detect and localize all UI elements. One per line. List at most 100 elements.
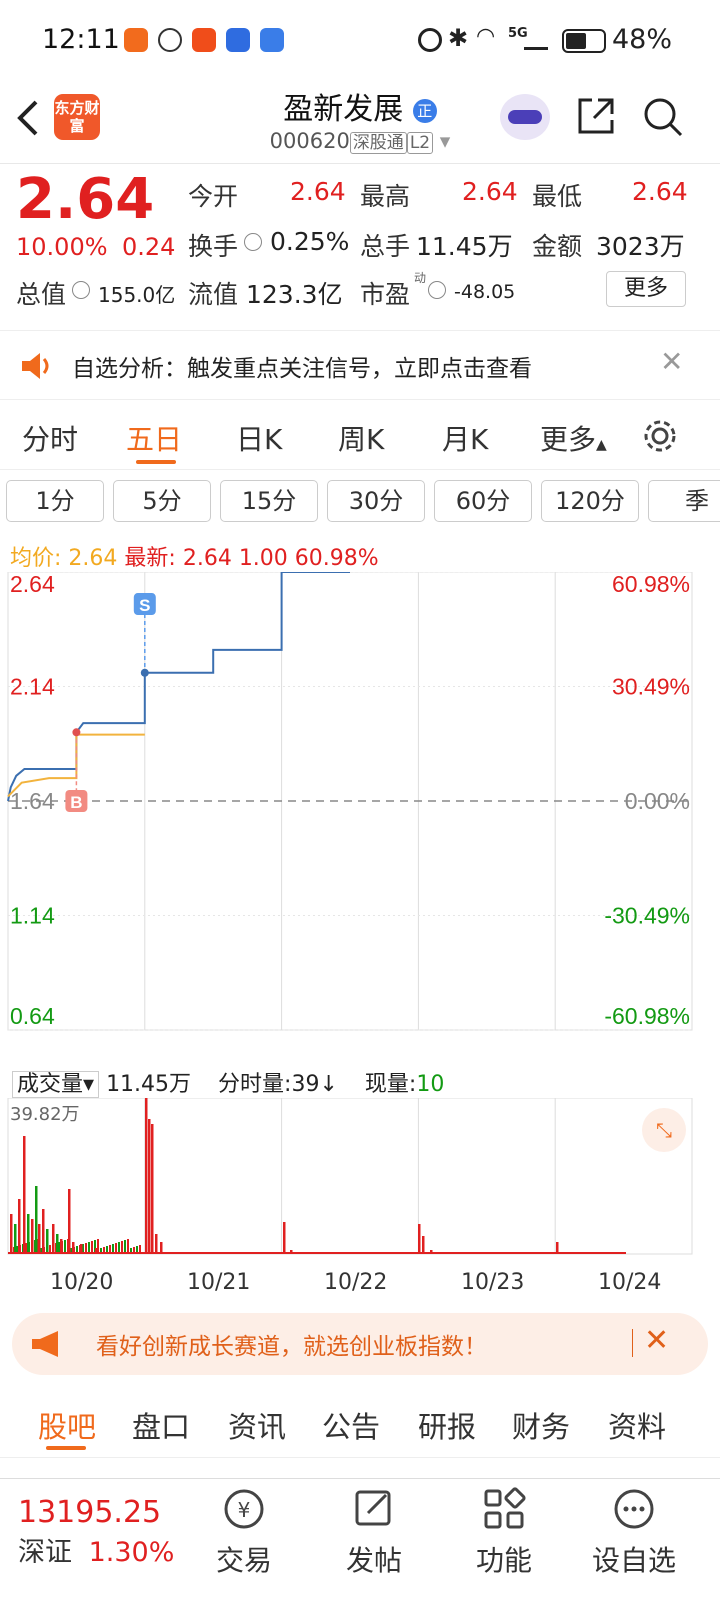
more-dots-icon xyxy=(614,1489,654,1529)
info-icon[interactable] xyxy=(244,233,262,251)
megaphone-icon xyxy=(32,1331,58,1357)
avg-price-line: 均价: 2.64 最新: 2.64 1.00 60.98% xyxy=(10,540,379,572)
alert-bar[interactable]: 自选分析：触发重点关注信号，立即点击查看 ✕ xyxy=(0,330,720,400)
y-pct-tick-label: 0.00% xyxy=(625,788,690,814)
latest-value: 2.64 xyxy=(182,546,232,571)
y-tick-label: 0.64 xyxy=(10,1003,55,1029)
avg-label: 均价: xyxy=(10,546,62,571)
tick-label: 分时量: xyxy=(218,1072,292,1097)
edit-icon xyxy=(355,1490,391,1526)
tab-five-day[interactable]: 五日 xyxy=(126,418,182,458)
bottom-toolbar: 13195.25 深证 1.30% ¥ 交易 发帖 功能 设自选 xyxy=(0,1478,720,1610)
close-icon[interactable]: ✕ xyxy=(660,345,683,378)
period-120min[interactable]: 120分 xyxy=(541,480,639,522)
connect-tag: 深股通 xyxy=(349,132,407,154)
period-30min[interactable]: 30分 xyxy=(327,480,425,522)
index-name: 深证 xyxy=(18,1537,72,1568)
robot-assistant-icon[interactable] xyxy=(500,94,550,140)
buy-marker-label: B xyxy=(70,793,82,812)
volume-selector[interactable]: 成交量▾ xyxy=(12,1071,100,1098)
taobao-icon xyxy=(124,28,148,52)
mktcap-label: 总值 xyxy=(16,280,67,309)
tab-daily-k[interactable]: 日K xyxy=(236,418,282,458)
battery-level: 48% xyxy=(612,24,673,55)
float-label: 流值 xyxy=(188,280,239,309)
info-icon[interactable] xyxy=(72,281,90,299)
tick-value: 39 xyxy=(291,1072,320,1097)
high-label: 最高 xyxy=(360,182,411,211)
info-tabs: 股吧 盘口 资讯 公告 研报 财务 资料 xyxy=(0,1388,720,1458)
volume-bar xyxy=(23,1136,26,1254)
mktcap-value: 155.0亿 xyxy=(98,283,176,307)
speaker-icon xyxy=(22,353,49,379)
info-icon[interactable] xyxy=(428,281,446,299)
share-icon[interactable] xyxy=(576,96,616,136)
expand-icon[interactable]: ⤡ xyxy=(642,1108,686,1152)
date-label: 10/24 xyxy=(598,1270,662,1295)
y-pct-tick-label: -30.49% xyxy=(604,903,690,929)
open-label: 今开 xyxy=(188,182,239,211)
volume-bar xyxy=(42,1209,45,1254)
period-1min[interactable]: 1分 xyxy=(6,480,104,522)
post-button[interactable]: 发帖 xyxy=(324,1487,424,1579)
index-ticker[interactable]: 13195.25 深证 1.30% xyxy=(18,1495,174,1569)
price-chart-svg: 2.64 60.98% 2.14 30.49% 1.64 0.00% 1.14 -30.49%… xyxy=(7,571,693,1031)
chart-tabs: 分时 五日 日K 周K 月K 更多▲ xyxy=(0,400,720,470)
tab-news[interactable]: 资讯 xyxy=(228,1404,286,1446)
tab-research[interactable]: 研报 xyxy=(418,1404,476,1446)
avg-value: 2.64 xyxy=(68,546,118,571)
battery-icon xyxy=(562,29,606,53)
period-season[interactable]: 季 xyxy=(648,480,720,522)
volume-bar xyxy=(127,1239,129,1254)
volume-bar xyxy=(145,1098,148,1254)
status-time: 12:11 xyxy=(42,24,120,55)
last-price: 2.64 xyxy=(16,167,155,232)
close-icon[interactable]: ✕ xyxy=(644,1323,669,1358)
news-icon xyxy=(192,28,216,52)
tab-forum[interactable]: 股吧 xyxy=(38,1404,96,1446)
grid-icon xyxy=(484,1487,526,1529)
volume-frame xyxy=(7,1097,693,1255)
volume-bar xyxy=(151,1124,154,1254)
active-tab-indicator xyxy=(46,1446,86,1450)
y-pct-tick-label: -60.98% xyxy=(604,1003,690,1029)
tab-monthly-k[interactable]: 月K xyxy=(442,418,488,458)
tab-more[interactable]: 更多▲ xyxy=(540,418,607,458)
period-60min[interactable]: 60分 xyxy=(434,480,532,522)
volume-bar xyxy=(14,1224,17,1254)
volume-bar xyxy=(64,1240,66,1254)
volume-chart-svg xyxy=(7,1097,693,1255)
verified-badge: 正 xyxy=(412,98,437,123)
app-icon xyxy=(158,28,182,52)
settings-gear-icon[interactable] xyxy=(642,418,678,454)
y-tick-label: 1.64 xyxy=(10,788,55,814)
banner-text: 看好创新成长赛道，就选创业板指数！ xyxy=(96,1334,487,1360)
price-chart[interactable]: 2.64 60.98% 2.14 30.49% 1.64 0.00% 1.14 -30.49%… xyxy=(0,571,720,1062)
tab-announcements[interactable]: 公告 xyxy=(322,1404,380,1446)
functions-button[interactable]: 功能 xyxy=(454,1487,554,1579)
level-tag: L2 xyxy=(406,132,434,154)
trade-button[interactable]: ¥ 交易 xyxy=(194,1487,294,1579)
period-5min[interactable]: 5分 xyxy=(113,480,211,522)
pe-label: 市盈 xyxy=(360,280,411,309)
more-button[interactable]: 更多 xyxy=(606,271,686,307)
tab-financials[interactable]: 财务 xyxy=(512,1404,570,1446)
add-watchlist-button[interactable]: 设自选 xyxy=(584,1487,684,1579)
tab-orderbook[interactable]: 盘口 xyxy=(132,1404,190,1446)
tab-profile[interactable]: 资料 xyxy=(608,1404,666,1446)
period-15min[interactable]: 15分 xyxy=(220,480,318,522)
volume-max-label: 39.82万 xyxy=(10,1104,80,1125)
alarm-icon xyxy=(418,28,442,52)
amount-value: 3023万 xyxy=(596,232,685,261)
turnover-label: 换手 xyxy=(188,232,239,261)
volume-label: 总手 xyxy=(360,232,411,261)
date-label: 10/23 xyxy=(461,1270,525,1295)
search-icon[interactable] xyxy=(642,96,684,138)
volume-chart: 39.82万 ⤡ xyxy=(0,1097,720,1274)
float-value: 123.3亿 xyxy=(246,280,343,309)
wallet-icon xyxy=(260,28,284,52)
tab-intraday[interactable]: 分时 xyxy=(22,418,78,458)
promo-banner[interactable]: 看好创新成长赛道，就选创业板指数！ ✕ xyxy=(12,1313,708,1375)
volume-total: 11.45万 xyxy=(106,1072,192,1097)
tab-weekly-k[interactable]: 周K xyxy=(338,418,384,458)
